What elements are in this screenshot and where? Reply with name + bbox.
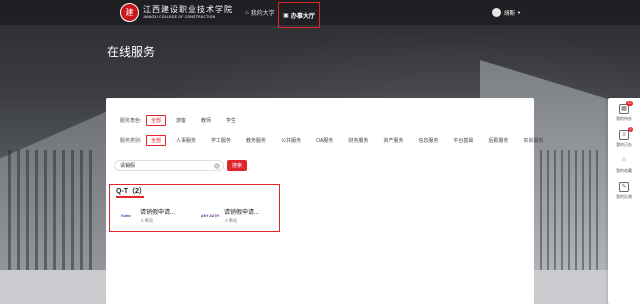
user-menu[interactable]: 胡斯 ▼: [492, 0, 521, 25]
page-title: 在线服务: [107, 45, 156, 59]
school-logo[interactable]: 建 江西建设职业技术学院 JIANGXI COLLEGE OF CONSTRUC…: [120, 2, 233, 23]
category-tag-training[interactable]: 实训服务: [518, 135, 548, 146]
role-tag-visitor[interactable]: 游客: [171, 115, 191, 126]
side-item-todo[interactable]: ▦ 12 我的待办: [608, 101, 640, 122]
document-icon: ≡ 3: [619, 127, 633, 140]
kaimi-logo-icon: Kaimi: [121, 213, 131, 218]
result-item[interactable]: ANY AUTH 请销假申请... 人事处: [200, 207, 259, 224]
category-tag-all[interactable]: 全部: [146, 135, 167, 146]
user-name: 胡斯: [504, 10, 516, 17]
result-item-dept: 人事处: [140, 218, 154, 223]
side-item-favorites[interactable]: ☆ 我的收藏: [608, 156, 640, 174]
calendar-icon: ▦ 12: [619, 101, 633, 114]
avatar: [492, 8, 501, 17]
role-filter-label: 服务角色:: [120, 118, 142, 124]
side-item-feedback[interactable]: ✎ 我的反馈: [608, 182, 640, 200]
side-item-label: 我的反馈: [616, 194, 632, 199]
category-filter-label: 服务类别:: [120, 138, 142, 144]
feedback-icon: ✎: [619, 182, 629, 192]
clear-icon[interactable]: ×: [214, 163, 220, 169]
role-filter: 服务角色: 全部 游客 教师 学生: [120, 115, 246, 126]
category-tag-student-affairs[interactable]: 学工服务: [206, 135, 236, 146]
category-tag-public[interactable]: 公共服务: [276, 135, 306, 146]
role-tag-teacher[interactable]: 教师: [196, 115, 216, 126]
search-value: 请销假: [120, 163, 136, 169]
category-tag-finance[interactable]: 财务服务: [343, 135, 373, 146]
results-group: Q-T（2） Kaimi 请销假申请... 人事处 ANY AUTH 请销假申请…: [109, 184, 280, 232]
role-tag-all[interactable]: 全部: [146, 115, 167, 126]
school-seal-icon: 建: [120, 3, 139, 22]
category-tag-hr[interactable]: 人事服务: [171, 135, 201, 146]
results-group-title: Q-T（2）: [116, 188, 146, 195]
result-item-name: 请销假申请...: [224, 210, 260, 216]
result-item-name: 请销假申请...: [140, 210, 176, 216]
category-tag-assets[interactable]: 资产服务: [378, 135, 408, 146]
side-item-label: 我的待办: [616, 116, 632, 121]
category-filter: 服务类别: 全部 人事服务 学工服务 教务服务 公共服务 OA服务 财务服务 资…: [120, 135, 553, 146]
nav-my-university[interactable]: ⌂ 我的大学: [245, 0, 275, 25]
nav-my-label: 我的大学: [250, 11, 275, 17]
star-icon: ☆: [621, 157, 627, 163]
result-item[interactable]: Kaimi 请销假申请... 人事处: [116, 207, 175, 224]
side-item-label: 我的已办: [616, 142, 632, 147]
side-item-label: 我的收藏: [616, 168, 632, 173]
role-tag-student[interactable]: 学生: [221, 115, 241, 126]
search-input[interactable]: 请销假 ×: [114, 160, 224, 171]
service-card: 服务角色: 全部 游客 教师 学生 服务类别: 全部 人事服务 学工服务 教务服…: [106, 98, 543, 304]
service-hall-icon: ▣: [283, 12, 289, 19]
category-tag-academic[interactable]: 教务服务: [241, 135, 271, 146]
anyauth-logo-icon: ANY AUTH: [201, 213, 219, 218]
results-group-underline: [116, 196, 144, 198]
result-item-dept: 人事处: [224, 218, 238, 223]
done-badge: 3: [628, 127, 633, 132]
top-header: 建 江西建设职业技术学院 JIANGXI COLLEGE OF CONSTRUC…: [0, 0, 640, 28]
category-tag-oa[interactable]: OA服务: [311, 135, 338, 146]
school-name-cn: 江西建设职业技术学院: [143, 4, 233, 14]
search-button[interactable]: 搜索: [227, 160, 247, 171]
category-tag-logistics[interactable]: 后勤服务: [483, 135, 513, 146]
side-quick-panel: ▦ 12 我的待办 ≡ 3 我的已办 ☆ 我的收藏 ✎ 我的反馈: [608, 98, 640, 304]
nav-hall-label: 办事大厅: [290, 13, 315, 20]
side-item-done[interactable]: ≡ 3 我的已办: [608, 127, 640, 148]
todo-badge: 12: [626, 101, 633, 106]
category-tag-info[interactable]: 信息服务: [413, 135, 443, 146]
university-icon: ⌂: [245, 9, 249, 16]
nav-service-hall[interactable]: ▣ 办事大厅: [278, 2, 320, 28]
school-name-en: JIANGXI COLLEGE OF CONSTRUCTION: [143, 14, 216, 19]
category-tag-platform[interactable]: 平台基础: [448, 135, 478, 146]
chevron-down-icon: ▼: [517, 10, 521, 15]
